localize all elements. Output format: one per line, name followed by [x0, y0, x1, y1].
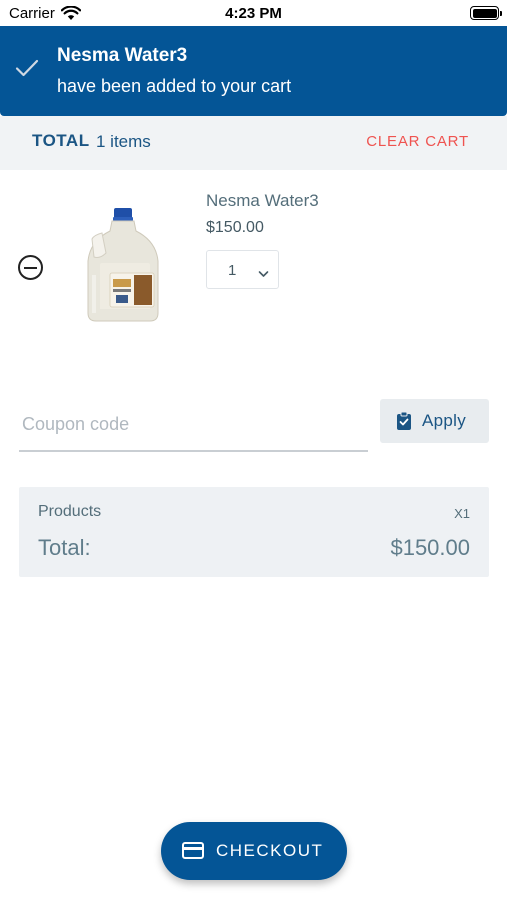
quantity-value: 1 [228, 262, 237, 279]
total-label: TOTAL [32, 131, 90, 150]
clock: 4:23 PM [225, 5, 282, 22]
cart-total-bar: TOTAL 1 items CLEAR CART [0, 116, 507, 170]
added-to-cart-toast[interactable]: Nesma Water3 have been added to your car… [0, 26, 507, 116]
order-summary: Products X1 Total: $150.00 [19, 487, 489, 577]
items-count: 1 items [96, 132, 151, 151]
checkout-label: CHECKOUT [216, 841, 324, 860]
check-icon [15, 58, 39, 83]
status-bar: Carrier 4:23 PM [0, 0, 507, 26]
total-value: $150.00 [390, 535, 470, 560]
product-price: $150.00 [206, 219, 264, 236]
clipboard-check-icon [396, 411, 412, 436]
toast-title: Nesma Water3 [57, 45, 188, 66]
apply-label: Apply [422, 411, 467, 430]
remove-item-icon[interactable] [18, 255, 43, 280]
water-gallon-image [80, 205, 166, 325]
apply-coupon-button[interactable]: Apply [380, 399, 489, 443]
checkout-button[interactable]: CHECKOUT [161, 822, 347, 880]
toast-message: have been added to your cart [57, 76, 292, 96]
products-quantity: X1 [454, 506, 470, 521]
battery-icon [470, 6, 502, 20]
clear-cart-button[interactable]: CLEAR CART [366, 133, 469, 150]
total-label-summary: Total: [38, 535, 91, 560]
coupon-code-input[interactable] [19, 399, 368, 452]
products-label: Products [38, 503, 102, 520]
quantity-select[interactable]: 1 [206, 250, 279, 289]
product-name: Nesma Water3 [206, 191, 319, 210]
chevron-down-icon [258, 265, 269, 283]
credit-card-icon [182, 842, 204, 864]
